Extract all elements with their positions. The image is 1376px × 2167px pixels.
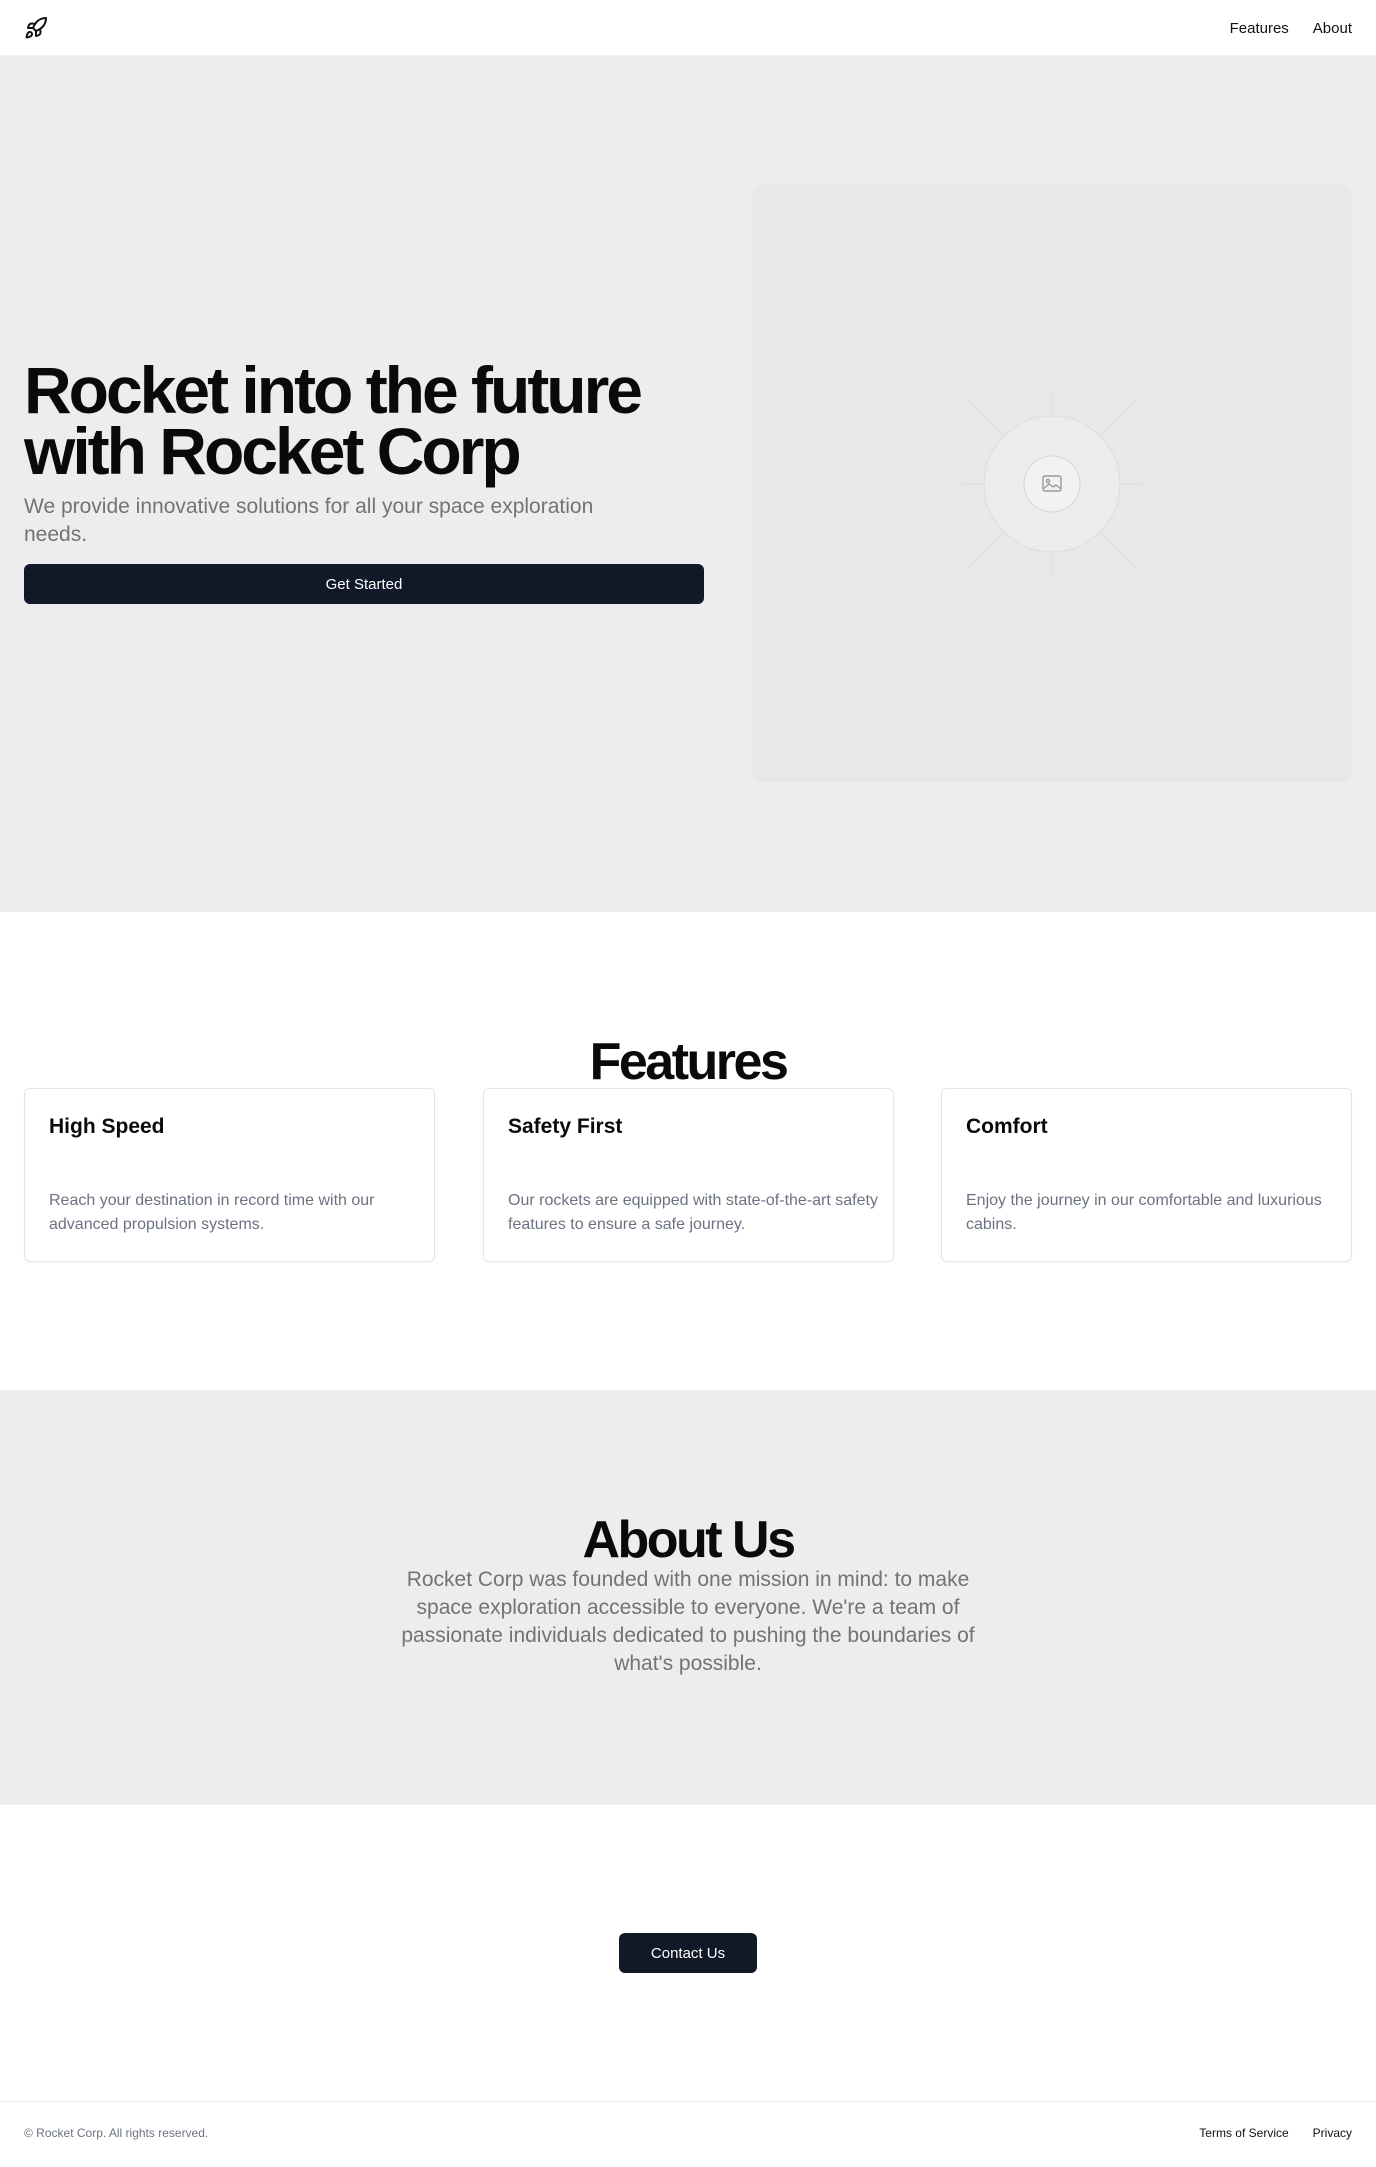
contact-us-button[interactable]: Contact Us bbox=[619, 1933, 757, 1973]
site-header: Features About bbox=[0, 0, 1376, 56]
feature-card-text: Enjoy the journey in our comfortable and… bbox=[966, 1192, 1322, 1233]
about-title: About Us bbox=[582, 1511, 796, 1569]
nav-link-about[interactable]: About bbox=[1313, 20, 1352, 37]
footer-link-terms[interactable]: Terms of Service bbox=[1199, 2126, 1288, 2140]
hero-image-placeholder bbox=[752, 184, 1352, 782]
feature-card-text: Reach your destination in record time wi… bbox=[49, 1192, 375, 1233]
feature-card-high-speed: High Speed Reach your destination in rec… bbox=[24, 1088, 435, 1262]
rocket-icon[interactable] bbox=[24, 16, 48, 40]
footer-link-privacy[interactable]: Privacy bbox=[1313, 2126, 1352, 2140]
footer-nav: Terms of Service Privacy bbox=[1199, 2126, 1352, 2140]
feature-card-safety-first: Safety First Our rockets are equipped wi… bbox=[483, 1088, 894, 1262]
get-started-button[interactable]: Get Started bbox=[24, 564, 704, 604]
feature-card-comfort: Comfort Enjoy the journey in our comfort… bbox=[941, 1088, 1352, 1262]
hero-subtitle: We provide innovative solutions for all … bbox=[24, 495, 594, 546]
about-section: About Us Rocket Corp was founded with on… bbox=[0, 1390, 1376, 1805]
hero-title: Rocket into the future with Rocket Corp bbox=[24, 353, 643, 488]
nav-link-features[interactable]: Features bbox=[1230, 20, 1289, 37]
site-footer: © Rocket Corp. All rights reserved. Term… bbox=[0, 2101, 1376, 2167]
feature-card-title: Comfort bbox=[966, 1115, 1048, 1138]
feature-card-title: Safety First bbox=[508, 1115, 623, 1138]
feature-card-text: Our rockets are equipped with state-of-t… bbox=[508, 1192, 878, 1233]
image-placeholder-icon bbox=[962, 394, 1142, 574]
features-title: Features bbox=[589, 1033, 789, 1091]
feature-card-title: High Speed bbox=[49, 1115, 165, 1138]
hero-section: Rocket into the future with Rocket Corp … bbox=[0, 56, 1376, 912]
about-text: Rocket Corp was founded with one mission… bbox=[401, 1568, 975, 1675]
copyright-text: © Rocket Corp. All rights reserved. bbox=[24, 2126, 209, 2140]
main-nav: Features About bbox=[1230, 0, 1352, 56]
